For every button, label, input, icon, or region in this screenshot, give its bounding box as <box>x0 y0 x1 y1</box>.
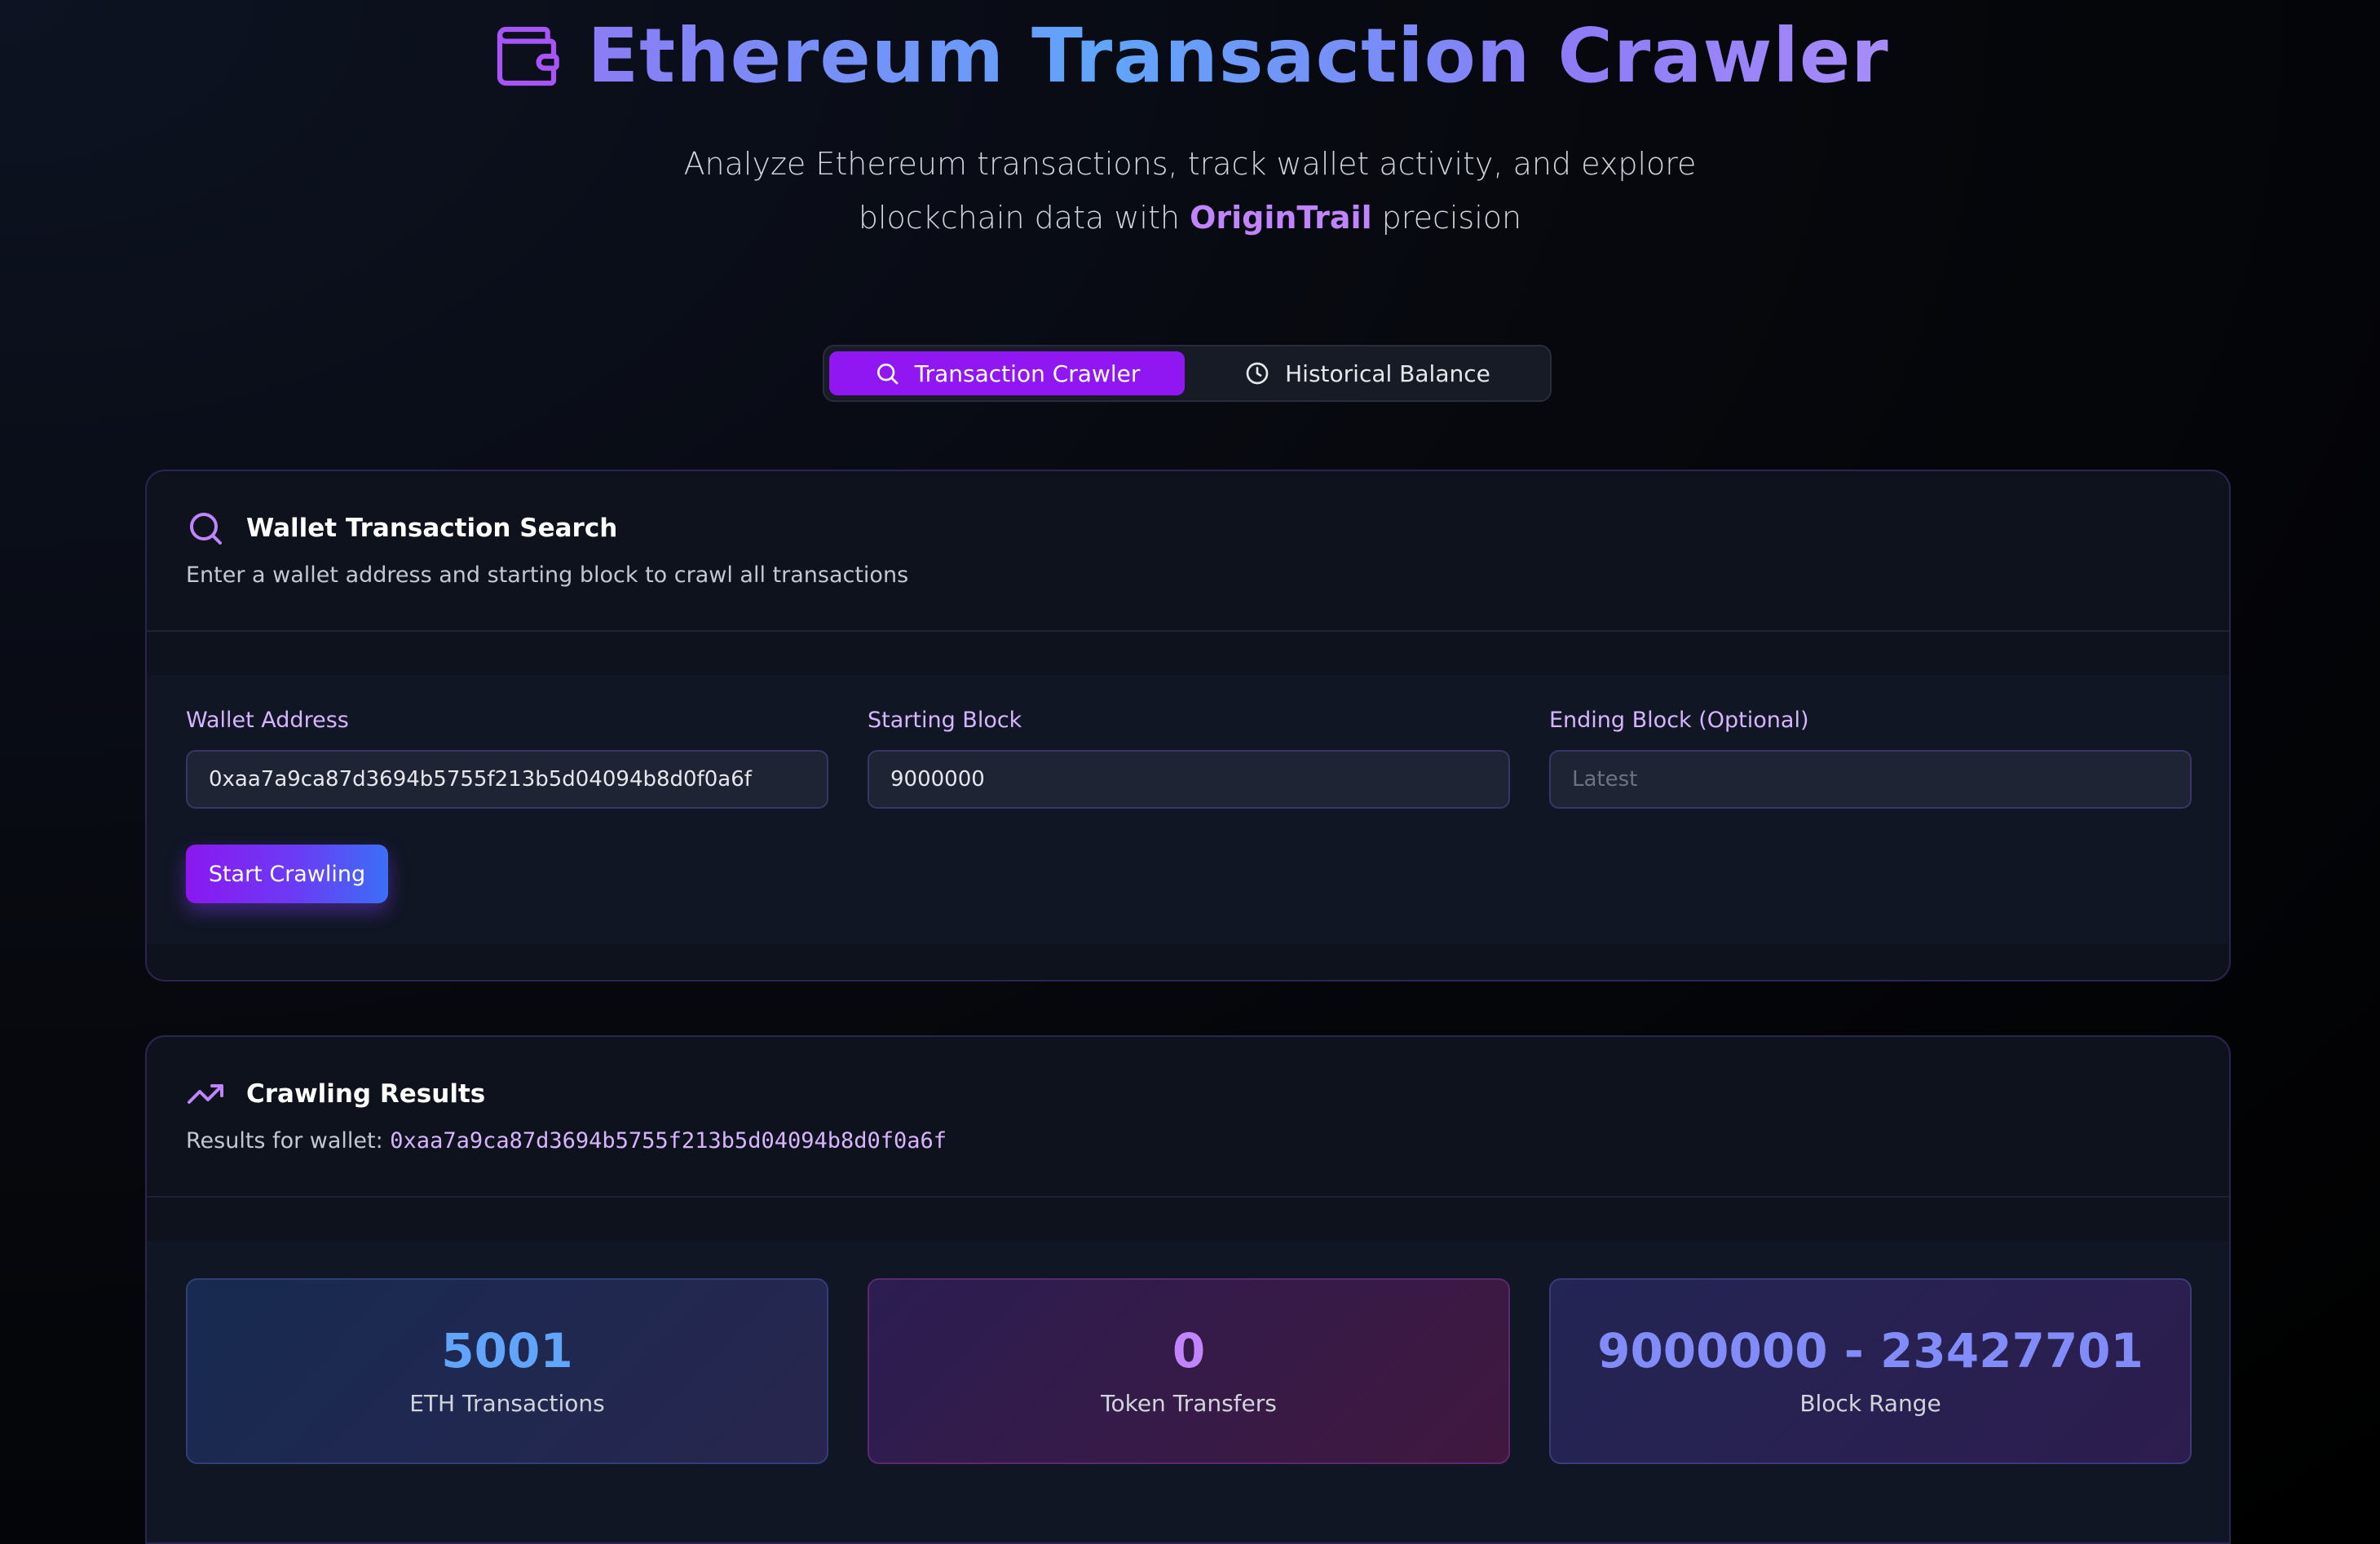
card-description: Enter a wallet address and starting bloc… <box>186 562 909 588</box>
clock-icon <box>1246 362 1269 385</box>
search-icon <box>190 513 222 545</box>
wallet-search-card: Wallet Transaction Search Enter a wallet… <box>145 470 2231 982</box>
brand-name: OriginTrail <box>1190 200 1372 236</box>
results-wallet-address: 0xaa7a9ca87d3694b5755f213b5d04094b8d0f0a… <box>390 1128 947 1154</box>
wallet-address-input[interactable] <box>186 750 828 809</box>
trending-up-icon <box>188 1084 223 1104</box>
tab-transaction-crawler[interactable]: Transaction Crawler <box>829 351 1185 395</box>
stat-label: ETH Transactions <box>409 1390 605 1418</box>
card-header: Crawling Results Results for wallet: 0xa… <box>147 1037 2229 1198</box>
card-title: Crawling Results <box>186 1074 485 1114</box>
ending-block-field: Ending Block (Optional) <box>1549 708 2192 809</box>
stat-token-transfers: 0 Token Transfers <box>868 1278 1510 1464</box>
starting-block-label: Starting Block <box>868 708 1022 733</box>
stat-label: Token Transfers <box>1101 1390 1277 1418</box>
subtitle-prefix: blockchain data with <box>858 200 1190 236</box>
starting-block-field: Starting Block <box>868 708 1510 809</box>
card-description: Results for wallet: 0xaa7a9ca87d3694b575… <box>186 1128 947 1154</box>
tab-label: Transaction Crawler <box>914 360 1141 387</box>
stat-eth-transactions: 5001 ETH Transactions <box>186 1278 828 1464</box>
page-title: Ethereum Transaction Crawler <box>587 12 1889 99</box>
tab-bar: Transaction Crawler Historical Balance <box>823 345 1552 402</box>
tab-historical-balance[interactable]: Historical Balance <box>1190 351 1545 395</box>
wallet-address-field: Wallet Address <box>186 708 828 809</box>
start-crawling-button[interactable]: Start Crawling <box>186 845 388 903</box>
subtitle-suffix: precision <box>1371 200 1522 236</box>
ending-block-label: Ending Block (Optional) <box>1549 708 1809 733</box>
stat-block-range: 9000000 - 23427701 Block Range <box>1549 1278 2192 1464</box>
results-prefix: Results for wallet: <box>186 1128 391 1154</box>
subtitle-line-2: blockchain data with OriginTrail precisi… <box>0 191 2380 245</box>
wallet-address-label: Wallet Address <box>186 708 349 733</box>
stat-label: Block Range <box>1799 1390 1941 1418</box>
card-title-text: Wallet Transaction Search <box>246 514 618 543</box>
stat-value: 9000000 - 23427701 <box>1597 1322 2144 1379</box>
stat-value: 5001 <box>441 1322 573 1379</box>
stat-value: 0 <box>1172 1322 1206 1379</box>
subtitle-line-1: Analyze Ethereum transactions, track wal… <box>683 146 1697 182</box>
starting-block-input[interactable] <box>868 750 1510 809</box>
crawling-results-card: Crawling Results Results for wallet: 0xa… <box>145 1035 2231 1544</box>
page-subtitle: Analyze Ethereum transactions, track wal… <box>0 137 2380 245</box>
page-header: Ethereum Transaction Crawler <box>0 11 2380 101</box>
card-title-text: Crawling Results <box>246 1079 486 1109</box>
ending-block-input[interactable] <box>1549 750 2192 809</box>
search-icon <box>876 364 898 385</box>
tab-label: Historical Balance <box>1285 360 1490 387</box>
wallet-icon <box>497 26 560 86</box>
card-header: Wallet Transaction Search Enter a wallet… <box>147 471 2229 632</box>
card-title: Wallet Transaction Search <box>186 509 617 548</box>
